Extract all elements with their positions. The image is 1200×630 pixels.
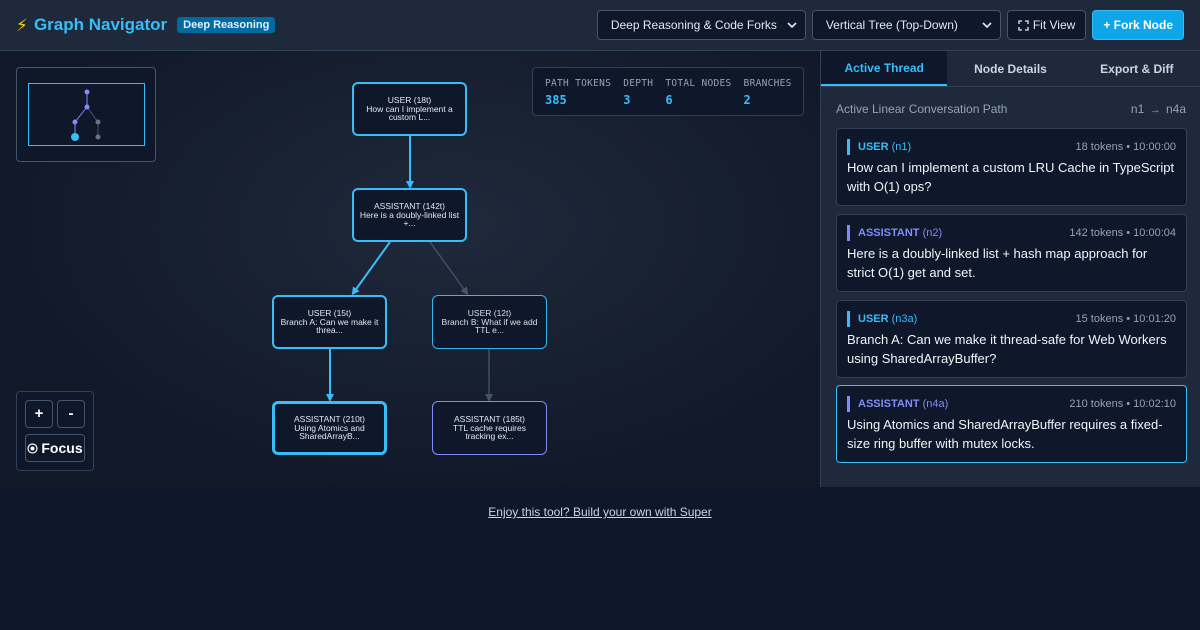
- zoom-controls: + - Focus: [16, 391, 94, 471]
- role-name: ASSISTANT: [858, 227, 920, 239]
- stat-total-nodes: TOTAL NODES 6: [665, 78, 732, 107]
- node-snippet: How can I implement a custom L...: [366, 103, 453, 123]
- target-icon: [27, 442, 38, 454]
- zoom-out-button[interactable]: -: [57, 400, 85, 428]
- thread-message[interactable]: USER (n1) 18 tokens • 10:00:00 How can I…: [836, 128, 1187, 206]
- dataset-select[interactable]: Deep Reasoning & Code Forks: [596, 10, 806, 40]
- message-meta: 18 tokens • 10:00:00: [1075, 141, 1176, 153]
- arrow-right-icon: →: [1149, 104, 1161, 116]
- app-header: ⚡ Graph Navigator Deep Reasoning Deep Re…: [0, 0, 1200, 51]
- message-header: ASSISTANT (n2) 142 tokens • 10:00:04: [847, 225, 1176, 241]
- minimap-graph: [71, 89, 101, 141]
- graph-stats: PATH TOKENS 385 DEPTH 3 TOTAL NODES 6 BR…: [532, 67, 804, 116]
- expand-icon: [1018, 19, 1029, 31]
- stat-label: TOTAL NODES: [665, 78, 732, 89]
- message-header: USER (n3a) 15 tokens • 10:01:20: [847, 311, 1176, 327]
- zoom-in-button[interactable]: +: [25, 400, 53, 428]
- node-snippet: TTL cache requires tracking ex...: [453, 422, 526, 442]
- header-controls: Deep Reasoning & Code Forks Vertical Tre…: [596, 10, 1184, 40]
- thread-message[interactable]: ASSISTANT (n2) 142 tokens • 10:00:04 Her…: [836, 214, 1187, 292]
- path-range: n1 → n4a: [1131, 102, 1186, 116]
- fit-view-label: Fit View: [1032, 18, 1076, 32]
- edge-n2-n3b: [429, 241, 469, 296]
- stat-label: PATH TOKENS: [545, 78, 612, 89]
- stat-value: 2: [743, 93, 751, 107]
- chevron-down-icon: [787, 22, 797, 29]
- role-name: USER: [858, 141, 889, 153]
- fork-node-label: + Fork Node: [1103, 18, 1173, 32]
- message-role: USER (n3a): [847, 311, 917, 327]
- thread-message[interactable]: USER (n3a) 15 tokens • 10:01:20 Branch A…: [836, 300, 1187, 378]
- node-id: (n3a): [891, 313, 918, 325]
- graph-node-n3a[interactable]: USER (15t) Branch A: Can we make it thre…: [272, 295, 387, 349]
- layout-select[interactable]: Vertical Tree (Top-Down): [811, 10, 1001, 40]
- path-end: n4a: [1165, 102, 1186, 116]
- graph-canvas[interactable]: USER (18t) How can I implement a custom …: [0, 51, 820, 487]
- message-meta: 15 tokens • 10:01:20: [1075, 313, 1176, 325]
- minimap[interactable]: [16, 67, 156, 162]
- fork-node-button[interactable]: + Fork Node: [1092, 10, 1184, 40]
- stat-value: 3: [623, 93, 631, 107]
- message-header: ASSISTANT (n4a) 210 tokens • 10:02:10: [847, 396, 1176, 412]
- thread-message-selected[interactable]: ASSISTANT (n4a) 210 tokens • 10:02:10 Us…: [836, 385, 1187, 463]
- graph-node-n4b[interactable]: ASSISTANT (185t) TTL cache requires trac…: [432, 401, 547, 455]
- panel-tabs: Active Thread Node Details Export & Diff: [821, 51, 1200, 87]
- footer: Enjoy this tool? Build your own with Sup…: [0, 505, 1200, 519]
- stat-value: 6: [665, 93, 673, 107]
- path-label: Active Linear Conversation Path: [836, 102, 1008, 116]
- tab-node-details[interactable]: Node Details: [947, 51, 1073, 86]
- graph-node-n2[interactable]: ASSISTANT (142t) Here is a doubly-linked…: [352, 188, 467, 242]
- path-row: Active Linear Conversation Path n1 → n4a: [836, 102, 1186, 116]
- chevron-down-icon: [982, 22, 992, 29]
- footer-link[interactable]: Enjoy this tool? Build your own with Sup…: [488, 505, 711, 519]
- message-text: How can I implement a custom LRU Cache i…: [847, 160, 1175, 194]
- path-start: n1: [1130, 102, 1145, 116]
- message-text: Branch A: Can we make it thread-safe for…: [847, 332, 1167, 366]
- layout-select-value: Vertical Tree (Top-Down): [825, 18, 958, 32]
- node-snippet: Here is a doubly-linked list +...: [359, 209, 460, 229]
- message-text: Here is a doubly-linked list + hash map …: [847, 246, 1148, 280]
- side-panel: Active Thread Node Details Export & Diff…: [820, 51, 1200, 487]
- node-id: (n1): [891, 141, 912, 153]
- stat-label: DEPTH: [623, 78, 654, 89]
- node-snippet: Using Atomics and SharedArrayB...: [294, 422, 365, 442]
- node-snippet: Branch A: Can we make it threa...: [280, 316, 379, 336]
- stat-path-tokens: PATH TOKENS 385: [545, 78, 612, 107]
- brand: ⚡ Graph Navigator Deep Reasoning: [16, 15, 276, 35]
- focus-button[interactable]: Focus: [25, 434, 85, 462]
- message-role: ASSISTANT (n4a): [847, 396, 948, 412]
- graph-node-n4a[interactable]: ASSISTANT (210t) Using Atomics and Share…: [272, 401, 387, 455]
- lightning-bolt-icon: ⚡: [16, 15, 28, 35]
- focus-label: Focus: [41, 440, 83, 456]
- tab-export-diff[interactable]: Export & Diff: [1074, 51, 1200, 86]
- message-role: ASSISTANT (n2): [847, 225, 942, 241]
- stat-depth: DEPTH 3: [623, 78, 654, 107]
- dataset-select-value: Deep Reasoning & Code Forks: [610, 18, 777, 32]
- node-snippet: Branch B: What if we add TTL e...: [441, 316, 538, 336]
- mode-badge: Deep Reasoning: [177, 17, 276, 33]
- stat-branches: BRANCHES 2: [743, 78, 792, 107]
- stat-value: 385: [545, 93, 567, 107]
- tab-active-thread[interactable]: Active Thread: [821, 51, 948, 86]
- graph-node-n1[interactable]: USER (18t) How can I implement a custom …: [352, 82, 467, 136]
- message-text: Using Atomics and SharedArrayBuffer requ…: [847, 417, 1163, 451]
- message-header: USER (n1) 18 tokens • 10:00:00: [847, 139, 1176, 155]
- message-meta: 142 tokens • 10:00:04: [1069, 227, 1176, 239]
- role-name: USER: [858, 313, 889, 325]
- role-name: ASSISTANT: [858, 398, 920, 410]
- message-role: USER (n1): [847, 139, 911, 155]
- graph-node-n3b[interactable]: USER (12t) Branch B: What if we add TTL …: [432, 295, 547, 349]
- fit-view-button[interactable]: Fit View: [1006, 10, 1087, 40]
- stat-label: BRANCHES: [743, 78, 792, 89]
- edge-n2-n3a: [351, 241, 391, 296]
- node-id: (n4a): [922, 398, 949, 410]
- app-title: Graph Navigator: [33, 15, 168, 34]
- message-meta: 210 tokens • 10:02:10: [1069, 398, 1176, 410]
- node-id: (n2): [922, 227, 943, 239]
